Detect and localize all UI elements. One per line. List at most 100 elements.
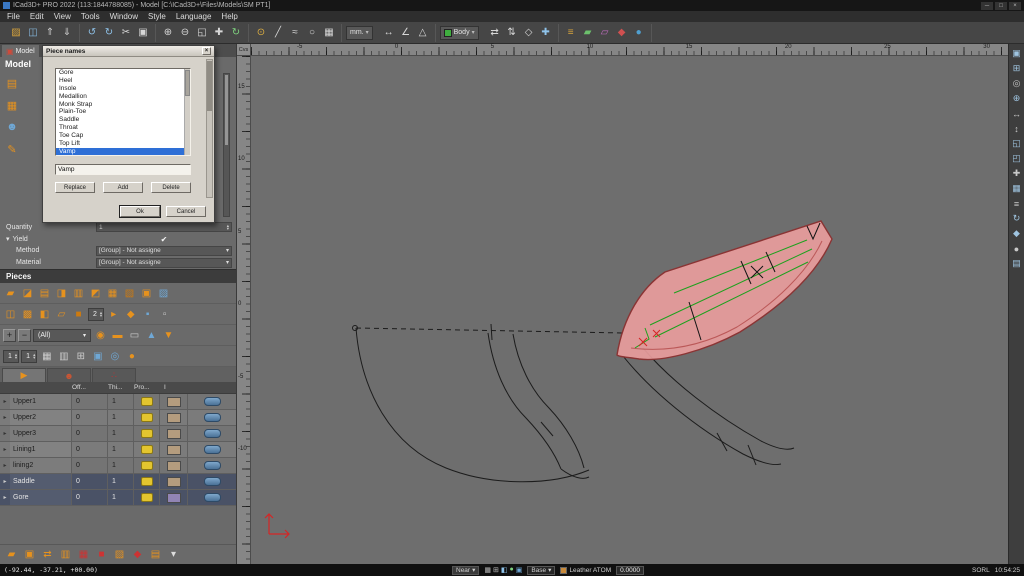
right-toolbar-icon[interactable]: ⊞ (1010, 62, 1023, 75)
toolbar-icon[interactable]: ▣ (135, 25, 151, 41)
right-toolbar-icon[interactable]: ◱ (1010, 137, 1023, 150)
material-swatch[interactable] (167, 477, 181, 487)
dialog-scrollbar[interactable] (206, 59, 213, 198)
pieces-tool-icon[interactable]: ▭ (127, 328, 142, 343)
window-control-button[interactable]: □ (995, 2, 1007, 10)
properties-icon[interactable] (141, 477, 153, 486)
pieces-tool-icon[interactable]: ▦ (76, 547, 91, 562)
thickness-cell[interactable]: 1 (108, 458, 134, 473)
pieces-tool-icon[interactable]: ▧ (122, 286, 137, 301)
scrollbar-thumb[interactable] (225, 75, 228, 145)
offset-cell[interactable]: 0 (72, 490, 108, 505)
piece-name-cell[interactable]: Upper2 (10, 410, 72, 425)
material-swatch[interactable] (167, 461, 181, 471)
properties-icon[interactable] (141, 493, 153, 502)
offset-cell[interactable]: 0 (72, 474, 108, 489)
pieces-tool-icon[interactable]: ▸ (106, 307, 121, 322)
pieces-tool-icon[interactable]: ◪ (20, 286, 35, 301)
row-expand-icon[interactable]: ▸ (0, 398, 10, 405)
pieces-tool-icon[interactable]: ◫ (3, 307, 18, 322)
window-control-button[interactable]: × (1009, 2, 1021, 10)
pieces-tool-icon[interactable]: ▱ (54, 307, 69, 322)
piece-name-cell[interactable]: Upper1 (10, 394, 72, 409)
toolbar-icon[interactable]: ⊖ (177, 25, 193, 41)
pieces-tool-icon[interactable]: ◎ (107, 349, 122, 364)
list-item[interactable]: Throat (56, 124, 184, 132)
offset-stepper[interactable]: 1 ▴▾ (3, 350, 19, 363)
piece-name-cell[interactable]: Upper3 (10, 426, 72, 441)
right-toolbar-icon[interactable]: ◆ (1010, 227, 1023, 240)
body-select[interactable]: Body ▾ (440, 26, 479, 40)
filter-select[interactable]: (All) ▾ (33, 329, 91, 342)
visibility-icon[interactable] (204, 429, 221, 438)
panel-icon[interactable]: ✎ (4, 141, 20, 157)
list-item[interactable]: Heel (56, 77, 184, 85)
column-header-thickness[interactable]: Thi... (108, 384, 134, 391)
delete-button[interactable]: Delete (151, 182, 191, 193)
table-row[interactable]: ▸ Gore 0 1 (0, 490, 236, 506)
pieces-tool-icon[interactable]: ▦ (39, 349, 54, 364)
table-row[interactable]: ▸ Upper3 0 1 (0, 426, 236, 442)
toolbar-icon[interactable]: ⇓ (59, 25, 75, 41)
pieces-tool-icon[interactable]: ◩ (88, 286, 103, 301)
toolbar-icon[interactable]: ⇅ (504, 25, 520, 41)
list-item[interactable]: Saddle (56, 116, 184, 124)
toolbar-icon[interactable]: ▨ (8, 25, 24, 41)
toolbar-icon[interactable]: ▱ (597, 25, 613, 41)
right-toolbar-icon[interactable]: ↻ (1010, 212, 1023, 225)
pieces-tool-icon[interactable]: ◧ (37, 307, 52, 322)
thickness-cell[interactable]: 1 (108, 490, 134, 505)
toolbar-icon[interactable]: ↻ (228, 25, 244, 41)
toolbar-icon[interactable]: ↔ (381, 25, 397, 41)
pieces-tab[interactable]: ∴ (92, 368, 136, 382)
pieces-tool-icon[interactable]: ▰ (4, 547, 19, 562)
table-row[interactable]: ▸ Saddle 0 1 (0, 474, 236, 490)
unit-select[interactable]: mm. ▾ (346, 26, 373, 40)
toolbar-icon[interactable]: ● (631, 25, 647, 41)
toolbar-icon[interactable]: ⊙ (253, 25, 269, 41)
visibility-icon[interactable] (204, 461, 221, 470)
row-expand-icon[interactable]: ▸ (0, 446, 10, 453)
snap-mode-select[interactable]: Near ▾ (452, 566, 479, 575)
ok-button[interactable]: Ok (120, 206, 160, 217)
right-toolbar-icon[interactable]: ✚ (1010, 167, 1023, 180)
right-toolbar-icon[interactable]: ↔ (1010, 107, 1023, 120)
toolbar-icon[interactable]: ⇑ (42, 25, 58, 41)
pieces-tool-icon[interactable]: ◆ (123, 307, 138, 322)
right-toolbar-icon[interactable]: ↕ (1010, 122, 1023, 135)
right-toolbar-icon[interactable]: ≡ (1010, 197, 1023, 210)
table-row[interactable]: ▸ Upper1 0 1 (0, 394, 236, 410)
pieces-tool-icon[interactable]: ▾ (166, 547, 181, 562)
material-swatch[interactable] (167, 413, 181, 423)
toolbar-icon[interactable]: ▰ (580, 25, 596, 41)
cancel-button[interactable]: Cancel (166, 206, 206, 217)
pieces-tool-icon[interactable]: ▥ (58, 547, 73, 562)
statusbar-icon[interactable]: ▣ (516, 566, 523, 574)
material-swatch[interactable] (167, 397, 181, 407)
list-item[interactable]: Top Lift (56, 140, 184, 148)
right-toolbar-icon[interactable]: ◰ (1010, 152, 1023, 165)
add-button[interactable]: Add (103, 182, 143, 193)
toolbar-icon[interactable]: ▦ (321, 25, 337, 41)
list-item[interactable]: Medallion (56, 93, 184, 101)
menu-item[interactable]: View (49, 11, 76, 22)
pieces-tab[interactable]: ☻ (47, 368, 91, 382)
statusbar-icon[interactable]: ◧ (501, 566, 508, 574)
pieces-tab[interactable]: ▶ (2, 368, 46, 382)
right-toolbar-icon[interactable]: ⊕ (1010, 92, 1023, 105)
toolbar-icon[interactable]: ○ (304, 25, 320, 41)
column-header-image[interactable]: I (160, 384, 236, 391)
row-expand-icon[interactable]: ▸ (0, 462, 10, 469)
pieces-tool-icon[interactable]: ▼ (161, 328, 176, 343)
toolbar-icon[interactable]: ⊕ (160, 25, 176, 41)
pieces-tool-icon[interactable]: ▦ (105, 286, 120, 301)
list-item[interactable]: Plain-Toe (56, 108, 184, 116)
scrollbar-thumb[interactable] (207, 61, 212, 111)
toolbar-icon[interactable]: ✂ (118, 25, 134, 41)
thickness-stepper[interactable]: 1 ▴▾ (21, 350, 37, 363)
properties-icon[interactable] (141, 445, 153, 454)
menu-item[interactable]: Tools (76, 11, 105, 22)
offset-cell[interactable]: 0 (72, 410, 108, 425)
toolbar-icon[interactable]: ∠ (398, 25, 414, 41)
menu-item[interactable]: Language (171, 11, 217, 22)
